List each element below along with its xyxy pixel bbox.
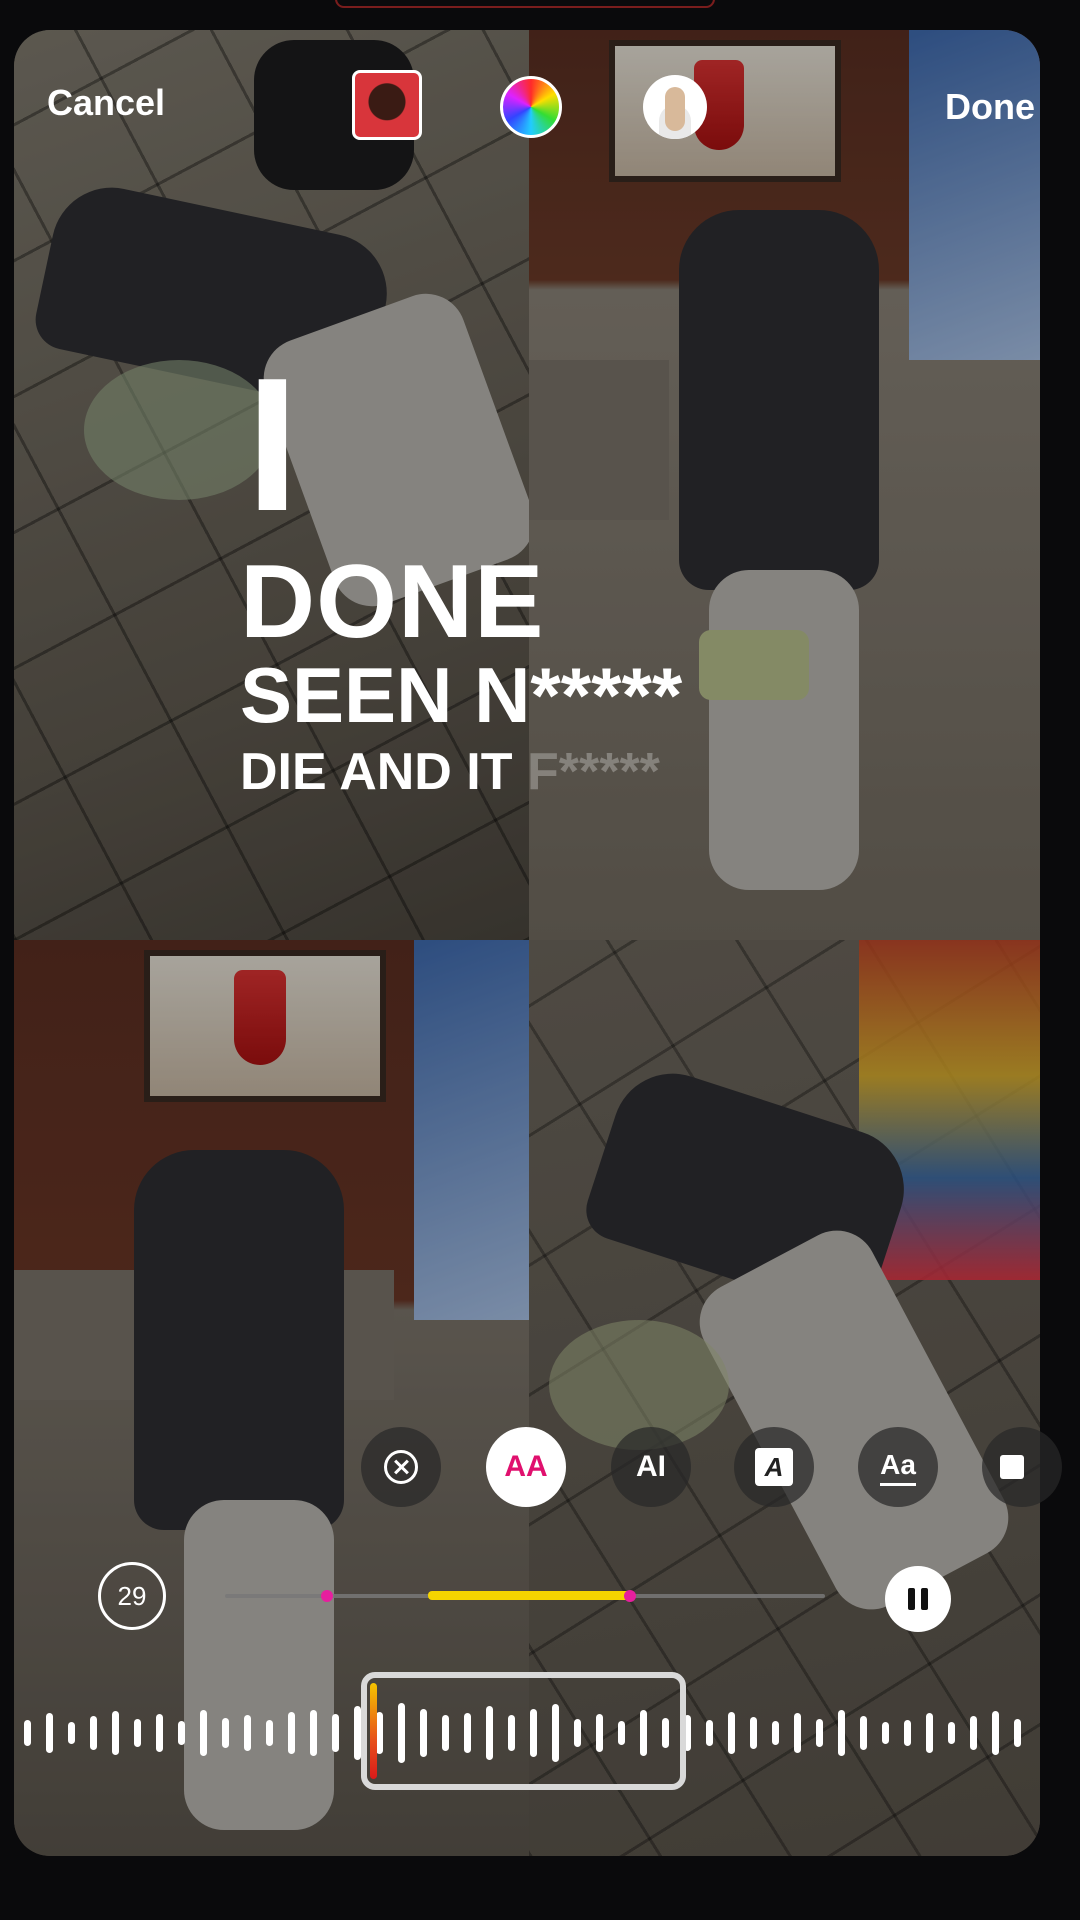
done-button[interactable]: Done (945, 86, 1035, 128)
waveform-bar (178, 1721, 185, 1745)
waveform-bar (750, 1717, 757, 1749)
duration-value: 29 (117, 1580, 147, 1611)
waveform-bar (24, 1720, 31, 1746)
waveform-bar (266, 1720, 273, 1746)
lyric-line-4-rest: F***** (526, 743, 660, 801)
profile-avatar-icon[interactable] (643, 75, 707, 139)
lyric-style-aa-button[interactable]: AA (486, 1427, 566, 1507)
playback-end-marker[interactable] (624, 1590, 636, 1602)
waveform-bar (838, 1710, 845, 1756)
song-cover-thumbnail-icon[interactable] (352, 70, 422, 140)
waveform-bar (926, 1713, 933, 1753)
clip-selection-window[interactable] (361, 1672, 686, 1790)
waveform-bar (134, 1719, 141, 1747)
pause-icon-bar (921, 1588, 928, 1610)
waveform-bar (200, 1710, 207, 1756)
lyric-style-underline-label: Aa (880, 1449, 916, 1486)
playback-start-marker[interactable] (321, 1590, 333, 1602)
lyric-line-4-main: DIE AND IT (240, 743, 527, 801)
cancel-button[interactable]: Cancel (47, 82, 165, 124)
lyric-line-3-main: SEEN N (240, 651, 531, 739)
waveform-bar (1014, 1719, 1021, 1747)
waveform-bar (354, 1706, 361, 1760)
waveform-bar (156, 1714, 163, 1752)
waveform-bar (706, 1720, 713, 1746)
close-circle-icon (384, 1450, 418, 1484)
square-icon (1000, 1455, 1024, 1479)
top-notch-outline (335, 0, 715, 8)
playback-selection (428, 1591, 630, 1600)
waveform-bar (288, 1712, 295, 1754)
remove-sticker-button[interactable] (361, 1427, 441, 1507)
lyric-style-ai-label: AI (636, 1450, 666, 1483)
waveform-bar (816, 1719, 823, 1747)
waveform-bar (112, 1711, 119, 1755)
waveform-bar (772, 1721, 779, 1745)
lyric-style-underline-button[interactable]: Aa (858, 1427, 938, 1507)
waveform-bar (310, 1710, 317, 1756)
waveform-bar (90, 1716, 97, 1750)
lyric-line-3-rest: ***** (530, 651, 683, 739)
lyric-style-box-button[interactable] (982, 1427, 1062, 1507)
waveform-bar (992, 1711, 999, 1755)
waveform-bar (948, 1722, 955, 1744)
waveform-bar (728, 1712, 735, 1754)
waveform-bar (904, 1720, 911, 1746)
waveform-bar (46, 1713, 53, 1753)
color-wheel-icon[interactable] (500, 76, 562, 138)
waveform-bar (970, 1716, 977, 1750)
duration-button[interactable]: 29 (98, 1562, 166, 1630)
lyric-style-italic-button[interactable]: A (734, 1427, 814, 1507)
lyric-line-2[interactable]: DONE (240, 550, 544, 654)
lyric-style-aa-label: AA (504, 1450, 548, 1483)
waveform-bar (882, 1722, 889, 1744)
lyric-style-ai-button[interactable]: AI (611, 1427, 691, 1507)
pause-button[interactable] (885, 1566, 951, 1632)
story-canvas[interactable] (14, 30, 1040, 1856)
lyric-line-3[interactable]: SEEN N***** (240, 656, 682, 734)
pause-icon (908, 1588, 915, 1610)
waveform-bar (794, 1713, 801, 1753)
waveform-bar (332, 1714, 339, 1752)
waveform-bar (222, 1718, 229, 1748)
waveform-bar (68, 1722, 75, 1744)
lyric-style-italic-label: A (755, 1448, 793, 1486)
lyric-line-4[interactable]: DIE AND IT F***** (240, 746, 660, 798)
lyric-line-1[interactable]: I (246, 350, 299, 540)
waveform-bar (244, 1715, 251, 1751)
dim-overlay (14, 30, 1040, 1856)
playhead (370, 1683, 377, 1779)
waveform-bar (860, 1716, 867, 1750)
